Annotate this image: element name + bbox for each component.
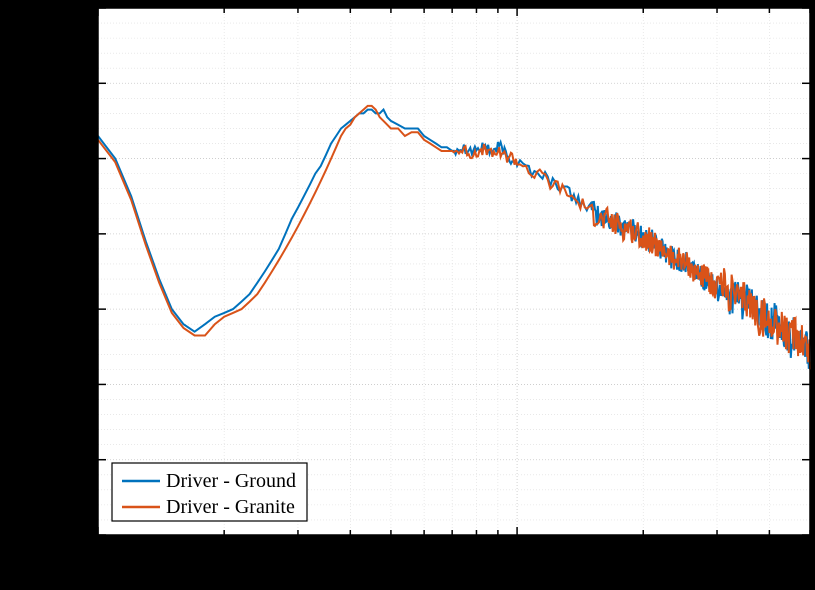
legend: Driver - Ground Driver - Granite xyxy=(112,463,307,521)
legend-label: Driver - Granite xyxy=(166,496,295,518)
legend-label: Driver - Ground xyxy=(166,470,296,492)
chart: Driver - Ground Driver - Granite xyxy=(0,0,815,590)
